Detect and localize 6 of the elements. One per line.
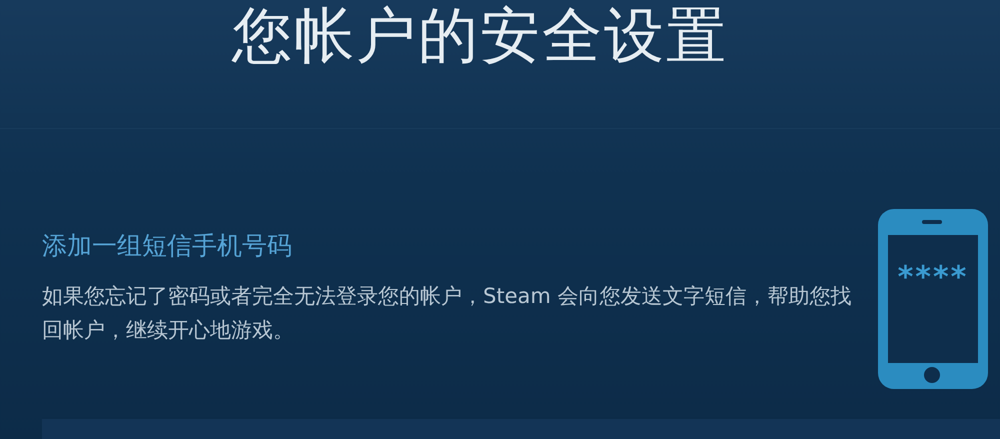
- masked-code: ****: [898, 263, 968, 293]
- section-heading: 添加一组短信手机号码: [42, 231, 293, 261]
- speaker-drawing: [922, 220, 942, 224]
- page-title: 您帐户的安全设置: [230, 0, 729, 73]
- home-button-drawing: [924, 367, 940, 383]
- section-description: 如果您忘记了密码或者完全无法登录您的帐户，Steam 会向您发送文字短信，帮助您找回帐户，继续开心地游戏。: [42, 283, 852, 344]
